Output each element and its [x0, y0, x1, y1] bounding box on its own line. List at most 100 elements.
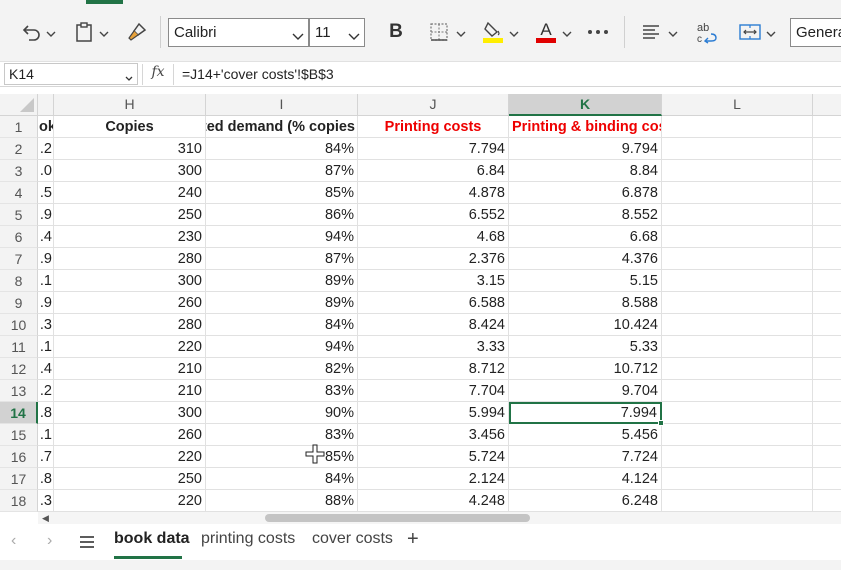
cell[interactable]: [813, 402, 841, 424]
cell[interactable]: [813, 182, 841, 204]
fill-handle[interactable]: [658, 420, 664, 426]
cell[interactable]: 280: [54, 314, 206, 336]
cell[interactable]: 87%: [206, 248, 358, 270]
column-header[interactable]: [813, 94, 841, 116]
cell[interactable]: 280: [54, 248, 206, 270]
name-box[interactable]: K14: [4, 63, 138, 85]
row-header[interactable]: 4: [0, 182, 38, 204]
cell[interactable]: 8.552: [509, 204, 662, 226]
cell[interactable]: [813, 424, 841, 446]
add-sheet-button[interactable]: +: [407, 528, 419, 551]
cell[interactable]: [662, 248, 813, 270]
cell[interactable]: [662, 380, 813, 402]
cell[interactable]: [813, 270, 841, 292]
cell[interactable]: 8.84: [509, 160, 662, 182]
row-header[interactable]: 15: [0, 424, 38, 446]
header-cell[interactable]: Printing & binding costs: [509, 116, 662, 138]
paste-chevron-down-icon[interactable]: [99, 25, 109, 43]
cell[interactable]: [813, 380, 841, 402]
next-sheet-icon[interactable]: ›: [47, 532, 52, 550]
cell[interactable]: 7.704: [358, 380, 509, 402]
cell[interactable]: 210: [54, 358, 206, 380]
all-sheets-menu-icon[interactable]: [79, 535, 95, 554]
cell[interactable]: 3.456: [358, 424, 509, 446]
cell[interactable]: .4: [38, 226, 54, 248]
cell[interactable]: 8.588: [509, 292, 662, 314]
cell[interactable]: 230: [54, 226, 206, 248]
cell[interactable]: [813, 490, 841, 512]
cell[interactable]: 240: [54, 182, 206, 204]
cell[interactable]: 6.878: [509, 182, 662, 204]
cell[interactable]: [662, 116, 813, 138]
cell[interactable]: 90%: [206, 402, 358, 424]
borders-chevron-down-icon[interactable]: [456, 25, 466, 43]
cell[interactable]: 7.794: [358, 138, 509, 160]
fill-color-chevron-down-icon[interactable]: [509, 25, 519, 43]
cell[interactable]: 85%: [206, 182, 358, 204]
cell[interactable]: 5.456: [509, 424, 662, 446]
cell[interactable]: .5: [38, 182, 54, 204]
cell[interactable]: 6.248: [509, 490, 662, 512]
scroll-left-icon[interactable]: ◀: [42, 513, 49, 524]
cell[interactable]: .1: [38, 270, 54, 292]
cell[interactable]: 10.424: [509, 314, 662, 336]
cell[interactable]: 86%: [206, 204, 358, 226]
active-cell[interactable]: 7.994: [509, 402, 662, 424]
cell[interactable]: .4: [38, 358, 54, 380]
header-cell[interactable]: Printing costs: [358, 116, 509, 138]
cell[interactable]: [813, 116, 841, 138]
cell[interactable]: .3: [38, 314, 54, 336]
borders-icon[interactable]: [426, 14, 452, 50]
cell[interactable]: [813, 204, 841, 226]
row-header[interactable]: 14: [0, 402, 38, 424]
align-chevron-down-icon[interactable]: [668, 25, 678, 43]
row-header[interactable]: 7: [0, 248, 38, 270]
cell[interactable]: [662, 490, 813, 512]
cell[interactable]: 10.712: [509, 358, 662, 380]
format-painter-icon[interactable]: [124, 14, 150, 50]
cell[interactable]: 5.15: [509, 270, 662, 292]
wrap-text-icon[interactable]: ab c: [694, 14, 720, 50]
cell[interactable]: [662, 402, 813, 424]
previous-sheet-icon[interactable]: ‹: [11, 532, 16, 550]
cell[interactable]: 83%: [206, 380, 358, 402]
cell[interactable]: [662, 226, 813, 248]
cell[interactable]: [813, 468, 841, 490]
bold-button[interactable]: B: [383, 14, 409, 50]
merge-center-chevron-down-icon[interactable]: [766, 25, 776, 43]
cell[interactable]: 83%: [206, 424, 358, 446]
cell[interactable]: 260: [54, 292, 206, 314]
row-header[interactable]: 12: [0, 358, 38, 380]
cell[interactable]: [662, 314, 813, 336]
column-header-i[interactable]: I: [206, 94, 358, 116]
cell[interactable]: .2: [38, 380, 54, 402]
cell[interactable]: [662, 204, 813, 226]
column-header-j[interactable]: J: [358, 94, 509, 116]
horizontal-scrollbar-thumb[interactable]: [265, 514, 530, 522]
cell[interactable]: 4.248: [358, 490, 509, 512]
row-header[interactable]: 3: [0, 160, 38, 182]
cell[interactable]: 260: [54, 424, 206, 446]
cell[interactable]: 2.376: [358, 248, 509, 270]
cell[interactable]: [813, 226, 841, 248]
font-size-select[interactable]: 11: [309, 18, 365, 47]
cell[interactable]: 8.712: [358, 358, 509, 380]
cell[interactable]: 6.68: [509, 226, 662, 248]
sheet-tab-book-data[interactable]: book data: [114, 530, 190, 548]
cell[interactable]: [813, 336, 841, 358]
cell[interactable]: 5.33: [509, 336, 662, 358]
cell[interactable]: .9: [38, 292, 54, 314]
cell[interactable]: 220: [54, 446, 206, 468]
row-header[interactable]: 8: [0, 270, 38, 292]
cell[interactable]: [662, 160, 813, 182]
header-cell[interactable]: ok: [38, 116, 54, 138]
insert-function-button[interactable]: fx: [142, 64, 174, 85]
cell[interactable]: 94%: [206, 226, 358, 248]
cell[interactable]: 6.552: [358, 204, 509, 226]
cell[interactable]: 94%: [206, 336, 358, 358]
cell[interactable]: [813, 314, 841, 336]
cell[interactable]: [813, 138, 841, 160]
cell[interactable]: 89%: [206, 292, 358, 314]
cell[interactable]: 3.15: [358, 270, 509, 292]
cell[interactable]: [813, 358, 841, 380]
